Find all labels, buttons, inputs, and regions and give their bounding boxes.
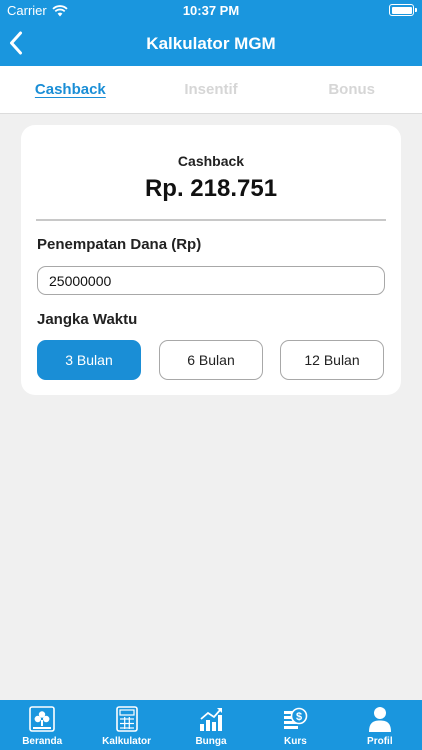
placement-input[interactable] — [37, 266, 385, 295]
chart-icon — [198, 706, 224, 732]
term-3-bulan-button[interactable]: 3 Bulan — [37, 340, 141, 380]
bottom-nav-kalkulator[interactable]: Kalkulator — [84, 700, 168, 750]
term-label: Jangka Waktu — [37, 311, 138, 328]
clock: 10:37 PM — [182, 3, 240, 18]
term-6-bulan-button[interactable]: 6 Bulan — [159, 340, 263, 380]
profile-icon — [367, 706, 393, 732]
cashback-amount: Rp. 218.751 — [144, 175, 278, 202]
home-logo-icon — [29, 706, 56, 732]
tab-bonus[interactable]: Bonus — [281, 66, 422, 113]
bottom-nav-label: Bunga — [195, 736, 227, 747]
status-bar: Carrier 10:37 PM — [0, 0, 422, 22]
page-title: Kalkulator MGM — [146, 34, 276, 53]
bottom-nav-profil[interactable]: Profil — [338, 700, 422, 750]
calculator-icon — [114, 706, 140, 732]
money-icon: $ — [282, 706, 308, 732]
bottom-nav-beranda[interactable]: Beranda — [0, 700, 84, 750]
bottom-nav-label: Profil — [367, 736, 393, 747]
tab-cashback[interactable]: Cashback — [0, 66, 141, 113]
tab-insentif[interactable]: Insentif — [141, 66, 282, 113]
bottom-nav-label: Kalkulator — [102, 736, 152, 747]
battery-icon — [389, 4, 417, 16]
bottom-nav: Beranda Kalkulator Bunga $ Kurs Profil — [0, 700, 422, 750]
tab-bar: Cashback Insentif Bonus — [0, 66, 422, 114]
svg-text:$: $ — [296, 711, 302, 723]
divider — [36, 219, 386, 221]
bottom-nav-bunga[interactable]: Bunga — [169, 700, 253, 750]
bottom-nav-label: Kurs — [284, 736, 307, 747]
bottom-nav-kurs[interactable]: $ Kurs — [253, 700, 337, 750]
bottom-nav-label: Beranda — [22, 736, 63, 747]
calculator-card: Cashback Rp. 218.751 Penempatan Dana (Rp… — [21, 125, 401, 395]
placement-label: Penempatan Dana (Rp) — [37, 236, 202, 253]
cashback-label: Cashback — [177, 153, 245, 169]
term-12-bulan-button[interactable]: 12 Bulan — [280, 340, 384, 380]
top-bar: Carrier 10:37 PM Kalkulator MGM — [0, 0, 422, 66]
